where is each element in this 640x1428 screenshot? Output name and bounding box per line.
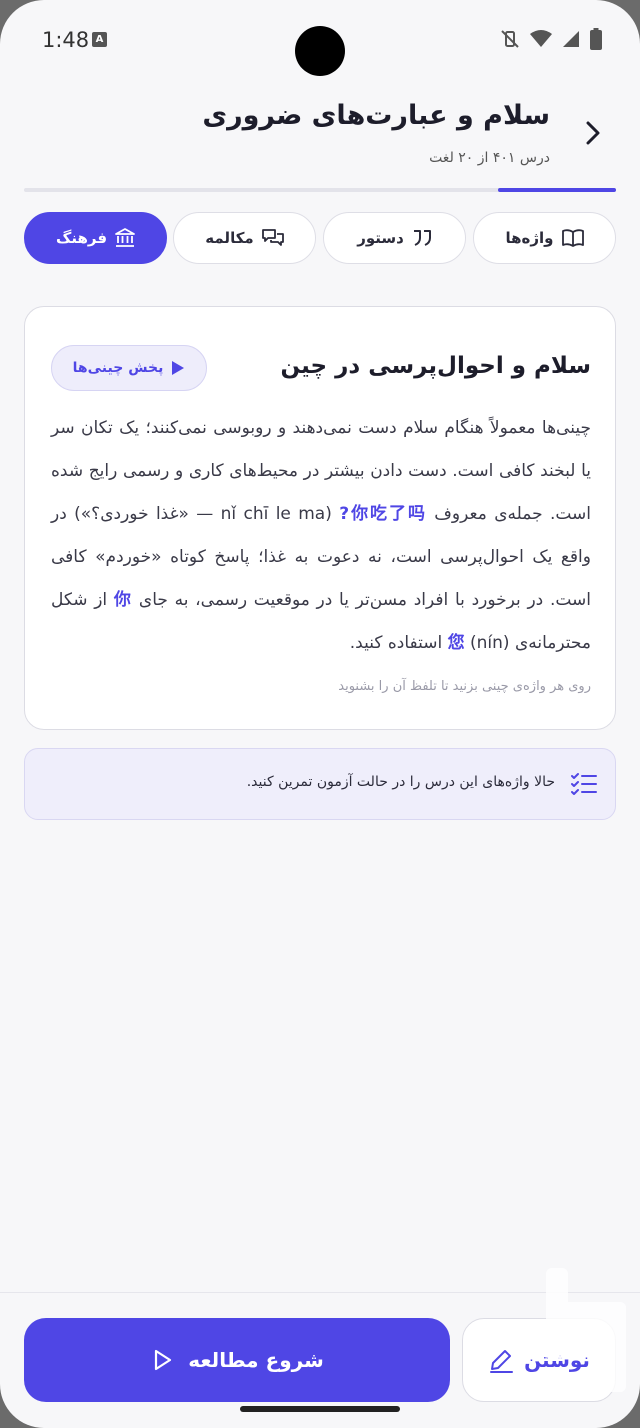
tab-words[interactable]: واژه‌ها <box>473 212 616 264</box>
battery-icon <box>590 28 602 50</box>
vibrate-off-icon <box>501 30 519 48</box>
status-bar: 1:48 A <box>0 0 640 80</box>
card-hint: روی هر واژه‌ی چینی بزنید تا تلفظ آن را ب… <box>338 679 591 694</box>
lesson-progress-bar <box>24 188 616 192</box>
tab-grammar-label: دستور <box>357 229 404 247</box>
tab-conversation-label: مکالمه <box>205 229 254 247</box>
back-chevron-icon[interactable] <box>578 117 610 149</box>
status-icons <box>500 28 602 50</box>
play-chinese-label: پخش چینی‌ها <box>72 360 164 376</box>
play-chinese-button[interactable]: پخش چینی‌ها <box>51 345 207 391</box>
chinese-word-nin[interactable]: 您 <box>448 633 465 653</box>
tab-conversation[interactable]: مکالمه <box>173 212 316 264</box>
book-icon <box>561 229 584 247</box>
status-time: 1:48 <box>42 28 90 52</box>
quiz-banner-text: حالا واژه‌های این درس را در حالت آزمون ت… <box>246 774 555 790</box>
pencil-icon <box>490 1350 514 1373</box>
culture-card: سلام و احوال‌پرسی در چین پخش چینی‌ها چین… <box>24 306 616 730</box>
wifi-icon <box>530 30 552 47</box>
store-logo-watermark <box>546 1268 626 1392</box>
start-study-label: شروع مطالعه <box>188 1348 324 1372</box>
section-tabs: واژه‌ها دستور مکالمه فرهنگ <box>24 212 616 266</box>
start-study-button[interactable]: شروع مطالعه <box>24 1318 450 1402</box>
notification-a-icon: A <box>92 32 107 47</box>
play-outline-icon <box>155 1349 172 1371</box>
museum-icon <box>115 228 135 247</box>
chinese-word-ni[interactable]: 你 <box>113 590 133 610</box>
body-text-4: (nín) استفاده کنید. <box>349 633 510 653</box>
play-icon <box>172 361 185 375</box>
tab-culture-label: فرهنگ <box>55 229 108 247</box>
tab-culture[interactable]: فرهنگ <box>24 212 167 264</box>
page-title: سلام و عبارت‌های ضروری <box>202 100 550 131</box>
home-indicator[interactable] <box>240 1406 400 1412</box>
chat-icon <box>261 229 284 246</box>
quiz-banner[interactable]: حالا واژه‌های این درس را در حالت آزمون ت… <box>24 748 616 820</box>
quote-icon <box>413 230 431 246</box>
tab-grammar[interactable]: دستور <box>323 212 466 264</box>
checklist-icon <box>571 773 597 795</box>
phone-screen: 1:48 A سلام و عبارت‌های ضروری درس ۴۰۱ از… <box>0 0 640 1428</box>
chinese-phrase-ni-chi-le-ma[interactable]: 你吃了吗? <box>339 504 427 524</box>
lesson-progress-fill <box>497 188 616 192</box>
tab-words-label: واژه‌ها <box>505 229 554 247</box>
card-title: سلام و احوال‌پرسی در چین <box>280 353 591 379</box>
signal-icon <box>563 31 579 47</box>
card-body: چینی‌ها معمولاً هنگام سلام دست نمی‌دهند … <box>51 407 591 665</box>
lesson-subtitle: درس ۴۰۱ از ۲۰ لغت <box>429 150 550 166</box>
camera-cutout <box>295 26 345 76</box>
